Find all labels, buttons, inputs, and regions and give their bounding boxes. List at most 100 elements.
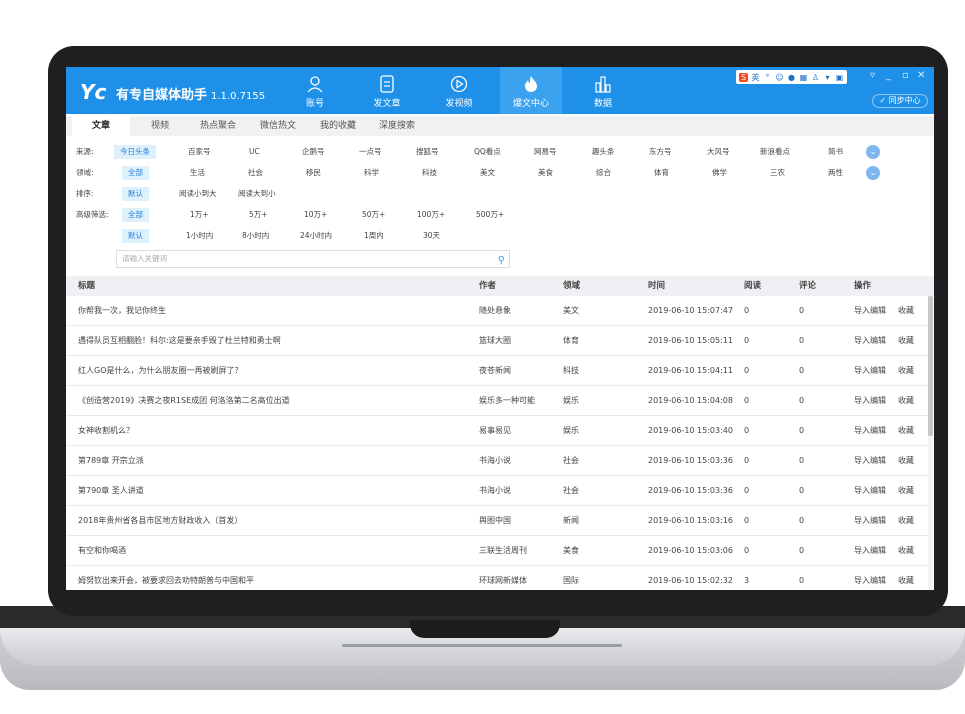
- microphone-icon[interactable]: ●: [787, 73, 796, 82]
- chevron-down-icon[interactable]: ⌄: [866, 166, 880, 180]
- favorite-link[interactable]: 收藏: [898, 296, 914, 326]
- filter-option[interactable]: 24小时内: [300, 229, 332, 243]
- nav-data[interactable]: 数据: [572, 67, 634, 114]
- import-edit-link[interactable]: 导入编辑: [854, 296, 886, 326]
- table-row[interactable]: 姆努钦出来开会，被要求回去劝特朗普与中国和平 环球网新媒体 国际 2019-06-10…: [66, 566, 928, 590]
- filter-option[interactable]: 5万+: [249, 208, 268, 222]
- tab-wechat-hot[interactable]: 微信热文: [248, 116, 308, 136]
- nav-publish-video[interactable]: 发视频: [428, 67, 490, 114]
- import-edit-link[interactable]: 导入编辑: [854, 356, 886, 386]
- filter-option[interactable]: 新浪看点: [760, 145, 790, 159]
- filter-option[interactable]: 搜狐号: [416, 145, 439, 159]
- filter-option[interactable]: 三农: [770, 166, 785, 180]
- dropdown-icon[interactable]: ▿: [870, 70, 875, 81]
- filter-option[interactable]: 阅读大到小: [238, 187, 276, 201]
- chevron-down-icon[interactable]: ⌄: [866, 145, 880, 159]
- ime-mode[interactable]: 英: [751, 73, 760, 82]
- ime-logo-icon[interactable]: S: [739, 72, 748, 82]
- table-row[interactable]: 你帮我一次，我记你终生 随处悬象 美文 2019-06-10 15:07:47 0 0 导入…: [66, 296, 928, 326]
- filter-option[interactable]: 1周内: [364, 229, 384, 243]
- import-edit-link[interactable]: 导入编辑: [854, 536, 886, 566]
- table-row[interactable]: 女神收割机么？ 易事易见 娱乐 2019-06-10 15:03:40 0 0 导入编辑 收藏: [66, 416, 928, 446]
- restore-icon[interactable]: ▫: [902, 70, 909, 81]
- filter-option[interactable]: 美食: [538, 166, 553, 180]
- filter-option[interactable]: 1万+: [190, 208, 209, 222]
- search-icon[interactable]: ⚲: [498, 253, 505, 269]
- table-row[interactable]: 第789章 开宗立派 书海小说 社会 2019-06-10 15:03:36 0 0 导入编…: [66, 446, 928, 476]
- filter-option[interactable]: 科技: [422, 166, 437, 180]
- filter-option[interactable]: 阅读小到大: [179, 187, 217, 201]
- favorite-link[interactable]: 收藏: [898, 356, 914, 386]
- tab-articles[interactable]: 文章: [72, 116, 130, 136]
- toolbox-icon[interactable]: ▣: [835, 73, 844, 82]
- filter-option[interactable]: 网易号: [534, 145, 557, 159]
- filter-option[interactable]: 一点号: [359, 145, 382, 159]
- filter-option[interactable]: 50万+: [362, 208, 385, 222]
- keyword-search-input[interactable]: 请输入关键词 ⚲: [116, 250, 510, 268]
- sync-center-button[interactable]: ✓ 同步中心: [872, 94, 928, 108]
- nav-publish-article[interactable]: 发文章: [356, 67, 418, 114]
- table-row[interactable]: 第790章 圣人讲道 书海小说 社会 2019-06-10 15:03:36 0 0 导入编…: [66, 476, 928, 506]
- nav-viral-center[interactable]: 爆文中心: [500, 67, 562, 114]
- filter-option[interactable]: 社会: [248, 166, 263, 180]
- tab-favorites[interactable]: 我的收藏: [310, 116, 366, 136]
- ime-toolbar[interactable]: S 英 ° ☺ ● ▦ ♙ ▾ ▣: [736, 70, 847, 84]
- tab-videos[interactable]: 视频: [132, 116, 188, 136]
- tab-deep-search[interactable]: 深度搜索: [368, 116, 426, 136]
- filter-option[interactable]: 生活: [190, 166, 205, 180]
- filter-option[interactable]: 100万+: [417, 208, 445, 222]
- filter-option[interactable]: 今日头条: [114, 145, 156, 159]
- filter-option[interactable]: 1小时内: [186, 229, 213, 243]
- nav-account[interactable]: 账号: [284, 67, 346, 114]
- filter-option[interactable]: 趣头条: [592, 145, 615, 159]
- favorite-link[interactable]: 收藏: [898, 416, 914, 446]
- filter-option[interactable]: 大风号: [707, 145, 730, 159]
- table-row[interactable]: 2018年贵州省各县市区地方财政收入（首发） 舆图中国 新闻 2019-06-10 1…: [66, 506, 928, 536]
- filter-option[interactable]: 移民: [306, 166, 321, 180]
- table-row[interactable]: 有空和你喝酒 三联生活周刊 美食 2019-06-10 15:03:06 0 0 导入编辑收…: [66, 536, 928, 566]
- minimize-icon[interactable]: _: [886, 70, 891, 81]
- import-edit-link[interactable]: 导入编辑: [854, 476, 886, 506]
- favorite-link[interactable]: 收藏: [898, 386, 914, 416]
- filter-option[interactable]: QQ看点: [474, 145, 501, 159]
- filter-option[interactable]: 10万+: [304, 208, 327, 222]
- filter-option[interactable]: 500万+: [476, 208, 504, 222]
- filter-option[interactable]: UC: [249, 145, 260, 159]
- filter-option[interactable]: 企鹅号: [302, 145, 325, 159]
- punctuation-icon[interactable]: °: [763, 73, 772, 82]
- favorite-link[interactable]: 收藏: [898, 476, 914, 506]
- filter-option[interactable]: 体育: [654, 166, 669, 180]
- table-row[interactable]: 《创造营2019》决赛之夜R1SE成团 何洛洛第二名高位出道 娱乐多一种可能 娱乐 2…: [66, 386, 928, 416]
- filter-option[interactable]: 默认: [122, 229, 149, 243]
- import-edit-link[interactable]: 导入编辑: [854, 326, 886, 356]
- table-row[interactable]: 红人GO是什么，为什么朋友圈一再被刷屏了？ 夜苍新闻 科技 2019-06-10 15…: [66, 356, 928, 386]
- filter-option[interactable]: 两性: [828, 166, 843, 180]
- filter-option[interactable]: 8小时内: [242, 229, 269, 243]
- import-edit-link[interactable]: 导入编辑: [854, 506, 886, 536]
- table-row[interactable]: 遇得队员互相翻脸！科尔:这是要亲手毁了杜兰特和勇士啊 篮球大圈 体育 2019-06-…: [66, 326, 928, 356]
- filter-option[interactable]: 科学: [364, 166, 379, 180]
- favorite-link[interactable]: 收藏: [898, 446, 914, 476]
- favorite-link[interactable]: 收藏: [898, 326, 914, 356]
- filter-option[interactable]: 全部: [122, 208, 149, 222]
- import-edit-link[interactable]: 导入编辑: [854, 416, 886, 446]
- import-edit-link[interactable]: 导入编辑: [854, 566, 886, 590]
- filter-option[interactable]: 东方号: [649, 145, 672, 159]
- emoji-icon[interactable]: ☺: [775, 73, 784, 82]
- favorite-link[interactable]: 收藏: [898, 536, 914, 566]
- filter-option[interactable]: 默认: [122, 187, 149, 201]
- filter-option[interactable]: 美文: [480, 166, 495, 180]
- filter-option[interactable]: 简书: [828, 145, 843, 159]
- import-edit-link[interactable]: 导入编辑: [854, 386, 886, 416]
- filter-option[interactable]: 佛学: [712, 166, 727, 180]
- filter-option[interactable]: 百家号: [188, 145, 211, 159]
- favorite-link[interactable]: 收藏: [898, 506, 914, 536]
- tab-hot-topics[interactable]: 热点聚合: [190, 116, 246, 136]
- filter-option[interactable]: 综合: [596, 166, 611, 180]
- scrollbar-thumb[interactable]: [928, 296, 933, 436]
- import-edit-link[interactable]: 导入编辑: [854, 446, 886, 476]
- close-icon[interactable]: ✕: [917, 70, 925, 81]
- filter-option[interactable]: 全部: [122, 166, 149, 180]
- skin-icon[interactable]: ▾: [823, 73, 832, 82]
- user-icon[interactable]: ♙: [811, 73, 820, 82]
